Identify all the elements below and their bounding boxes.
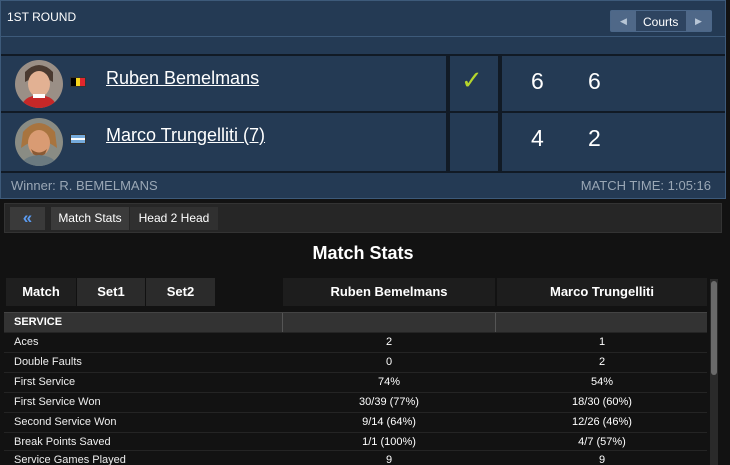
table-row: First Service Won 30/39 (77%) 18/30 (60%…	[4, 392, 707, 412]
row-divider	[1, 171, 725, 173]
player-2-stat-value: 54%	[590, 376, 614, 388]
table-row: Break Points Saved 1/1 (100%) 4/7 (57%)	[4, 432, 707, 452]
stats-tab-bar: « Match Stats Head 2 Head	[4, 203, 722, 233]
player-row-2: Marco Trungelliti (7) 4 2	[1, 114, 725, 170]
table-row: First Service 74% 54%	[4, 372, 707, 392]
stats-scrollbar[interactable]	[710, 279, 718, 465]
player-2-stat-value: 1	[598, 336, 606, 348]
stat-label: Break Points Saved	[14, 436, 111, 448]
argentina-flag-icon	[70, 134, 86, 144]
stat-label: Double Faults	[14, 356, 82, 368]
table-row: Second Service Won 9/14 (64%) 12/26 (46%…	[4, 412, 707, 432]
set-tab-set1[interactable]: Set1	[76, 278, 145, 306]
winner-check-icon: ✓	[461, 65, 483, 95]
cell-divider	[495, 313, 496, 333]
winner-text: Winner: R. BEMELMANS	[11, 178, 158, 193]
player-1-stat-value: 9/14 (64%)	[362, 416, 416, 428]
player-1-stat-value: 0	[385, 356, 393, 368]
player-2-name-link[interactable]: Marco Trungelliti (7)	[106, 125, 265, 146]
section-header-service: SERVICE	[4, 312, 707, 333]
player-1-column-header: Ruben Bemelmans	[283, 278, 495, 306]
player-2-stat-value: 4/7 (57%)	[578, 436, 626, 448]
set-tab-set2[interactable]: Set2	[145, 278, 215, 306]
round-label: 1ST ROUND	[7, 10, 77, 24]
match-footer: Winner: R. BEMELMANS MATCH TIME: 1:05:16	[1, 176, 725, 196]
courts-next-button[interactable]: ▶	[686, 11, 711, 31]
player-1-stat-value: 1/1 (100%)	[362, 436, 416, 448]
header-divider	[1, 36, 725, 37]
stat-label: Aces	[14, 336, 39, 348]
score-panel: 1ST ROUND ◀ Courts ▶ Ruben Bemelmans ✓ 6…	[0, 0, 726, 199]
set-tab-match[interactable]: Match	[6, 278, 76, 306]
player-1-set-1-score: 6	[531, 68, 544, 94]
cell-divider	[282, 313, 283, 333]
back-double-chevron-icon[interactable]: «	[10, 207, 45, 230]
player-2-set-2-score: 2	[588, 125, 601, 151]
player-1-avatar	[15, 60, 63, 108]
match-time: MATCH TIME: 1:05:16	[580, 178, 711, 193]
player-1-set-2-score: 6	[588, 68, 601, 94]
player-2-stat-value: 2	[598, 356, 606, 368]
courts-prev-button[interactable]: ◀	[611, 11, 636, 31]
player-row-1: Ruben Bemelmans ✓ 6 6	[1, 56, 725, 112]
stat-label: First Service	[14, 376, 76, 388]
player-1-stat-value: 2	[385, 336, 393, 348]
belgium-flag-icon	[70, 77, 86, 87]
table-row: Aces 2 1	[4, 332, 707, 352]
scrollbar-thumb[interactable]	[711, 281, 717, 375]
player-1-stat-value: 30/39 (77%)	[359, 396, 419, 408]
stat-label: Second Service Won	[14, 416, 117, 428]
player-2-avatar	[15, 118, 63, 166]
table-row: Service Games Played 9 9	[4, 450, 707, 465]
courts-navigator: ◀ Courts ▶	[610, 10, 712, 32]
player-2-stat-value: 12/26 (46%)	[572, 416, 632, 428]
player-1-stat-value: 9	[385, 454, 393, 465]
stat-label: Service Games Played	[14, 454, 126, 465]
section-label: SERVICE	[14, 316, 63, 328]
tab-head-2-head[interactable]: Head 2 Head	[130, 207, 218, 230]
tab-match-stats[interactable]: Match Stats	[51, 207, 129, 230]
player-2-stat-value: 18/30 (60%)	[572, 396, 632, 408]
player-1-stat-value: 74%	[377, 376, 401, 388]
player-2-set-1-score: 4	[531, 125, 544, 151]
stats-title: Match Stats	[312, 243, 414, 263]
stat-label: First Service Won	[14, 396, 101, 408]
player-1-name-link[interactable]: Ruben Bemelmans	[106, 68, 259, 89]
player-2-column-header: Marco Trungelliti	[497, 278, 707, 306]
table-row: Double Faults 0 2	[4, 352, 707, 372]
player-2-stat-value: 9	[598, 454, 606, 465]
courts-label: Courts	[643, 15, 679, 29]
